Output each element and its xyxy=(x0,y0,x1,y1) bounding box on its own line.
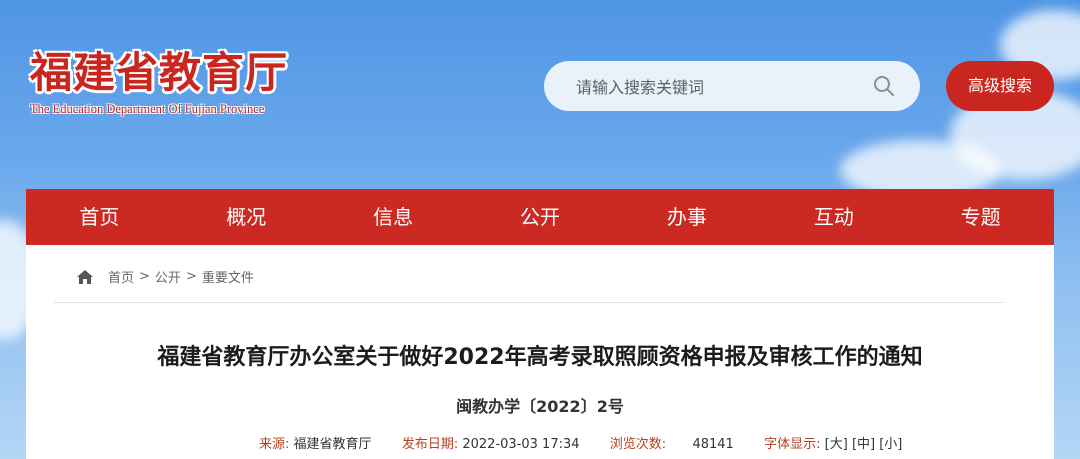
font-size-label: 字体显示: xyxy=(764,437,821,452)
home-icon xyxy=(77,269,93,284)
breadcrumb-home[interactable]: 首页 xyxy=(108,267,134,286)
document-number: 闽教办学〔2022〕2号 xyxy=(456,397,624,416)
search-input[interactable] xyxy=(574,61,858,113)
main-nav: 首页 概况 信息 公开 办事 互动 专题 xyxy=(26,189,1054,245)
article-meta: 来源: 福建省教育厅 发布日期: 2022-03-03 17:34 浏览次数: … xyxy=(259,433,902,452)
breadcrumb: 首页 > 公开 > 重要文件 xyxy=(76,267,254,286)
views-value: 48141 xyxy=(692,437,734,452)
nav-item-interaction[interactable]: 互动 xyxy=(760,189,907,245)
font-size-medium[interactable]: [中] xyxy=(852,437,875,452)
breadcrumb-separator: > xyxy=(185,269,197,284)
nav-item-topics[interactable]: 专题 xyxy=(907,189,1054,245)
logo-subtitle: The Education Department Of Fujian Provi… xyxy=(30,102,265,116)
site-logo[interactable]: 福建省教育厅 The Education Department Of Fujia… xyxy=(30,48,288,117)
article-title: 福建省教育厅办公室关于做好2022年高考录取照顾资格申报及审核工作的通知 xyxy=(157,345,923,370)
logo-title: 福建省教育厅 xyxy=(30,48,289,97)
source-label: 来源: xyxy=(259,437,290,452)
advanced-search-button[interactable]: 高级搜索 xyxy=(946,61,1054,111)
article-panel: 首页 > 公开 > 重要文件 福建省教育厅办公室关于做好2022年高考录取照顾资… xyxy=(26,245,1054,459)
date-value: 2022-03-03 17:34 xyxy=(462,437,580,452)
nav-item-overview[interactable]: 概况 xyxy=(173,189,320,245)
breadcrumb-disclosure[interactable]: 公开 xyxy=(155,267,181,286)
nav-item-services[interactable]: 办事 xyxy=(613,189,760,245)
views-label: 浏览次数: xyxy=(609,437,667,452)
date-label: 发布日期: xyxy=(401,437,459,452)
search-icon[interactable] xyxy=(872,74,896,98)
breadcrumb-separator: > xyxy=(139,269,150,284)
divider xyxy=(54,302,1004,303)
font-size-large[interactable]: [大] xyxy=(825,437,848,452)
nav-item-information[interactable]: 信息 xyxy=(320,189,467,245)
source-value: 福建省教育厅 xyxy=(293,437,372,452)
nav-item-home[interactable]: 首页 xyxy=(26,189,173,245)
search-box xyxy=(544,61,920,113)
nav-item-disclosure[interactable]: 公开 xyxy=(467,189,614,245)
breadcrumb-important-docs[interactable]: 重要文件 xyxy=(202,267,254,286)
font-size-small[interactable]: [小] xyxy=(879,437,902,452)
